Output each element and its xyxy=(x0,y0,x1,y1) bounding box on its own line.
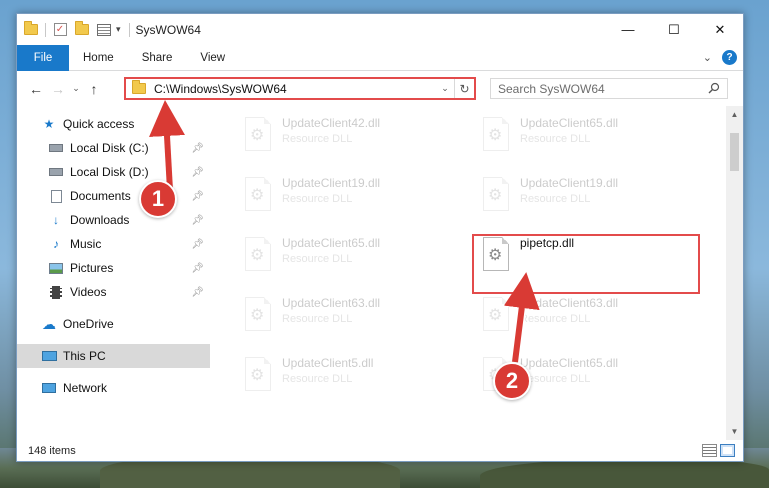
step-2-badge: 2 xyxy=(493,362,531,400)
step-1-badge: 1 xyxy=(139,180,177,218)
annotation-arrows xyxy=(149,100,540,367)
arrow-to-address-bar xyxy=(149,100,185,191)
